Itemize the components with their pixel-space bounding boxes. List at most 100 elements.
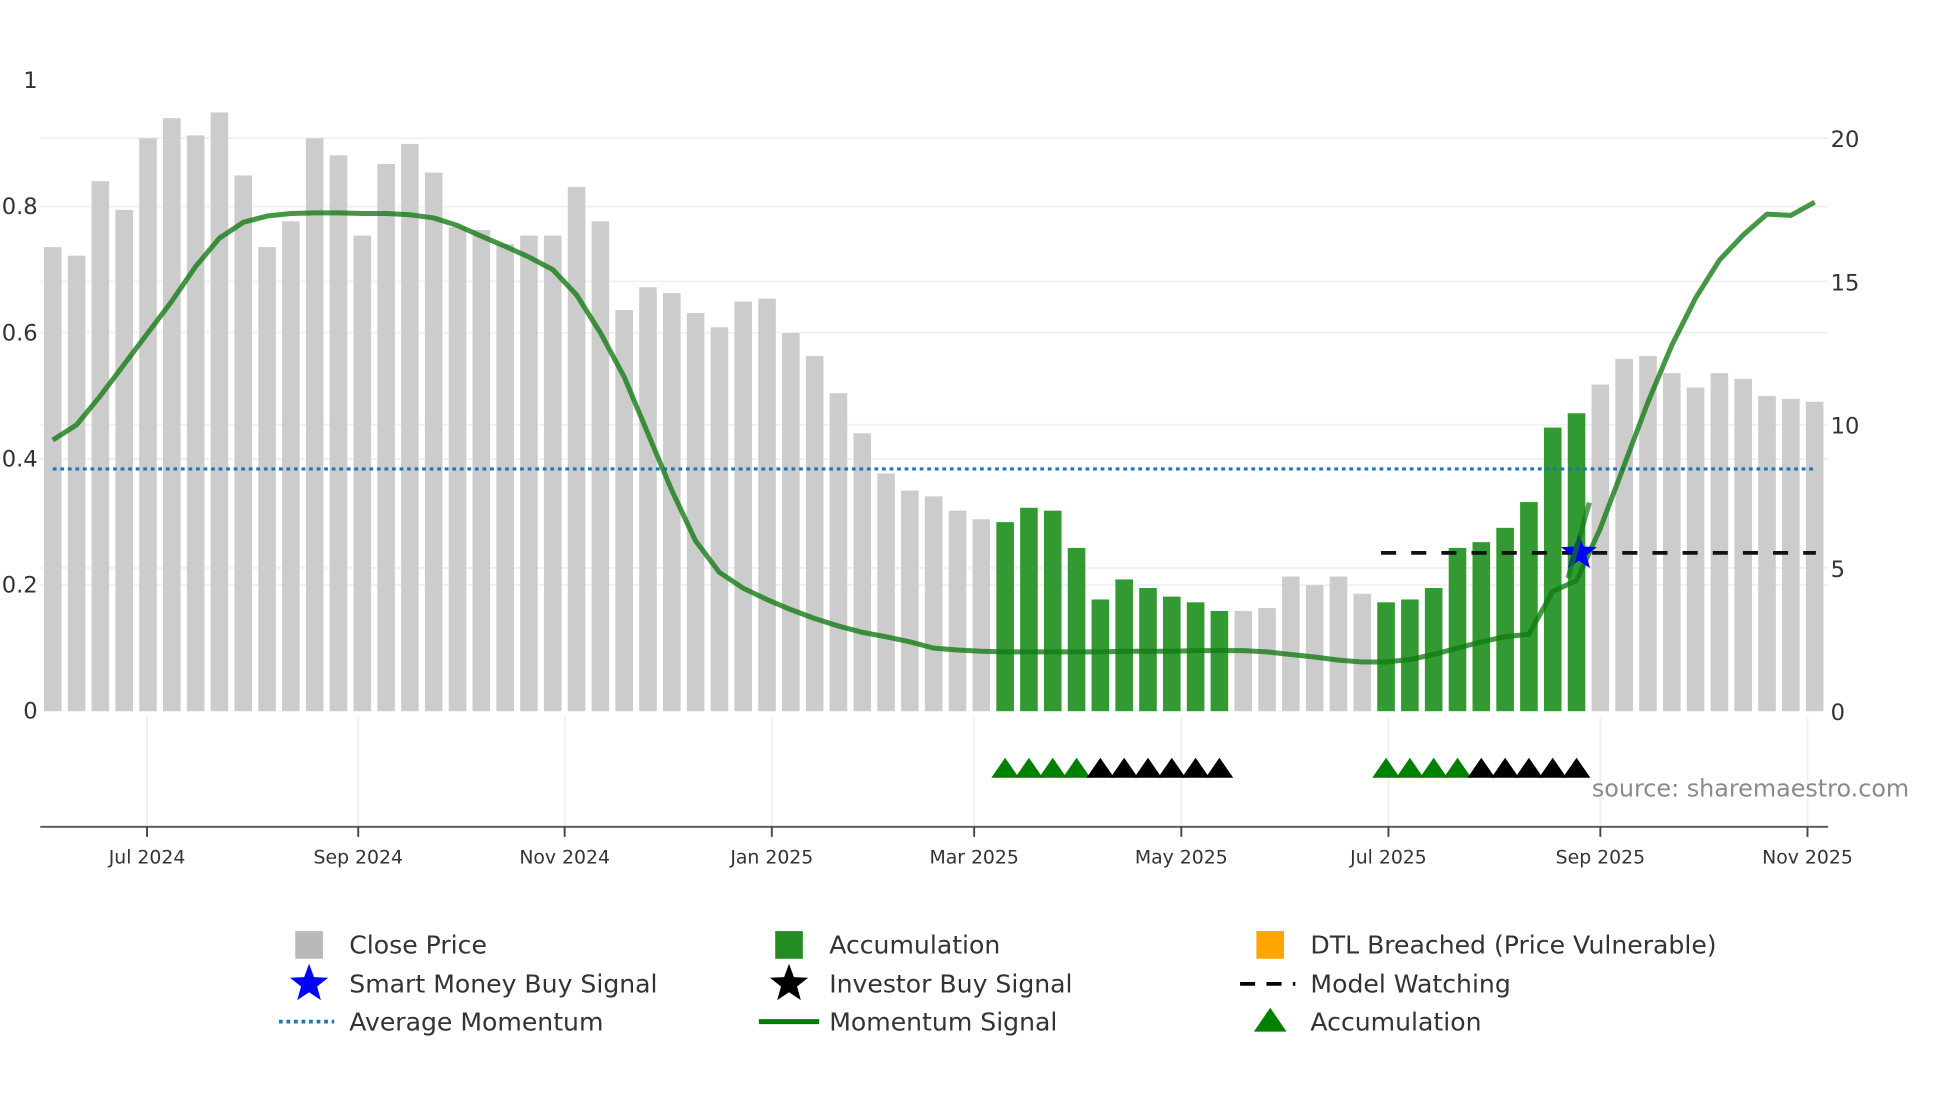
legend-square-icon: [775, 931, 803, 959]
close-price-bar: [1305, 585, 1324, 712]
legend: Close Price Accumulation DTL Breached (Pri…: [278, 931, 1717, 1036]
close-price-bar: [67, 255, 86, 712]
accumulation-bar: [1115, 579, 1133, 712]
close-price-bar: [139, 138, 157, 712]
legend-item: Accumulation: [1253, 1007, 1482, 1036]
source-label: source: sharemaestro.com: [1592, 775, 1909, 803]
investor-buy-marker: [1181, 757, 1210, 778]
close-price-bar: [901, 490, 919, 712]
left-tick-label: 0.6: [2, 320, 38, 346]
legend-square-icon: [1256, 931, 1285, 959]
close-price-bar: [805, 355, 824, 712]
close-price-bar: [734, 301, 753, 712]
accumulation-bar: [1496, 527, 1514, 712]
legend-label: Smart Money Buy Signal: [349, 970, 657, 999]
legend-item: Average Momentum: [278, 1007, 603, 1036]
close-price-bar: [43, 247, 62, 712]
right-tick-label: 10: [1831, 414, 1860, 440]
legend-star-icon: [769, 963, 809, 1001]
x-tick-label: May 2025: [1135, 847, 1228, 868]
close-price-bar: [186, 135, 205, 712]
accumulation-bar: [996, 522, 1014, 712]
left-tick-label: 0.2: [2, 573, 38, 599]
legend-label: Model Watching: [1310, 970, 1510, 999]
close-price-bar: [972, 519, 991, 712]
x-tick-label: Sep 2024: [314, 847, 403, 868]
investor-buy-marker: [1205, 757, 1234, 778]
accumulation-bar: [1020, 507, 1038, 712]
legend-item: Momentum Signal: [758, 1007, 1057, 1036]
close-price-bar: [496, 244, 514, 712]
legend-item: Model Watching: [1240, 970, 1511, 999]
legend-label: Accumulation: [829, 931, 1000, 960]
close-price-bar: [1734, 378, 1753, 712]
accumulation-marker: [1015, 757, 1043, 778]
accumulation-marker: [1443, 757, 1472, 778]
investor-buy-marker: [1086, 757, 1115, 778]
close-price-bar: [1782, 398, 1800, 712]
momentum-chart: 00.20.40.60.8105101520Jul 2024 Sep 2024 No…: [2, 68, 1909, 1036]
close-price-bar: [163, 118, 181, 712]
accumulation-marker: [991, 757, 1019, 778]
close-price-bar: [686, 312, 705, 712]
close-price-bar: [758, 298, 776, 712]
accumulation-bar: [1210, 610, 1229, 712]
close-price-bar: [377, 164, 395, 712]
x-tick-label: Jan 2025: [729, 847, 813, 868]
close-price-bar: [1805, 401, 1824, 712]
legend-triangle-icon: [1253, 1007, 1287, 1032]
close-price-bar: [877, 473, 895, 712]
legend-label: Momentum Signal: [829, 1007, 1057, 1036]
accumulation-marker: [1062, 757, 1091, 778]
accumulation-bar: [1043, 510, 1062, 712]
close-price-bar: [353, 235, 372, 712]
legend-item: Close Price: [295, 931, 487, 960]
x-tick-label: Mar 2025: [929, 847, 1018, 868]
close-price-bar: [1258, 608, 1276, 712]
legend-label: Average Momentum: [349, 1007, 603, 1036]
x-tick-label: Jul 2025: [1349, 847, 1427, 868]
accumulation-marker: [1396, 757, 1424, 778]
close-price-bar: [282, 221, 300, 712]
close-price-bar: [520, 235, 538, 712]
right-tick-label: 0: [1831, 700, 1845, 726]
right-tick-label: 15: [1831, 270, 1860, 296]
x-tick-label: Jul 2024: [108, 847, 186, 868]
accumulation-marker: [1038, 757, 1067, 778]
close-price-bar: [1662, 373, 1681, 712]
legend-label: Accumulation: [1310, 1007, 1481, 1036]
close-price-bar: [1710, 373, 1729, 712]
legend-item: Smart Money Buy Signal: [289, 963, 658, 1001]
close-price-bar: [948, 510, 967, 712]
investor-buy-marker: [1515, 757, 1543, 778]
investor-buy-marker: [1491, 757, 1519, 778]
right-tick-label: 5: [1831, 557, 1845, 583]
legend-star-icon: [289, 963, 329, 1001]
close-price-bar: [639, 287, 657, 712]
investor-buy-marker: [1110, 757, 1138, 778]
legend-label: Close Price: [349, 931, 487, 960]
accumulation-bar: [1067, 547, 1086, 712]
legend-label: DTL Breached (Price Vulnerable): [1310, 931, 1716, 960]
investor-buy-marker: [1538, 757, 1567, 778]
close-price-bar: [710, 327, 729, 712]
accumulation-marker: [1419, 757, 1448, 778]
close-price-bar: [853, 433, 872, 712]
accumulation-bar: [1091, 599, 1110, 712]
close-price-bar: [829, 393, 848, 712]
accumulation-bar: [1377, 602, 1395, 712]
close-price-bars: [43, 112, 1824, 712]
legend-item: DTL Breached (Price Vulnerable): [1256, 931, 1717, 960]
x-tick-label: Nov 2024: [519, 847, 610, 868]
accumulation-bar: [1448, 547, 1467, 712]
accumulation-bar: [1424, 588, 1443, 712]
close-price-bar: [448, 227, 467, 712]
right-tick-label: 20: [1831, 127, 1860, 153]
investor-buy-marker: [1467, 757, 1496, 778]
close-price-bar: [258, 247, 276, 712]
x-tick-label: Sep 2025: [1556, 847, 1645, 868]
close-price-bar: [424, 172, 443, 712]
legend-item: Investor Buy Signal: [769, 963, 1073, 1001]
accumulation-marker: [1372, 757, 1400, 778]
close-price-bar: [305, 138, 324, 712]
